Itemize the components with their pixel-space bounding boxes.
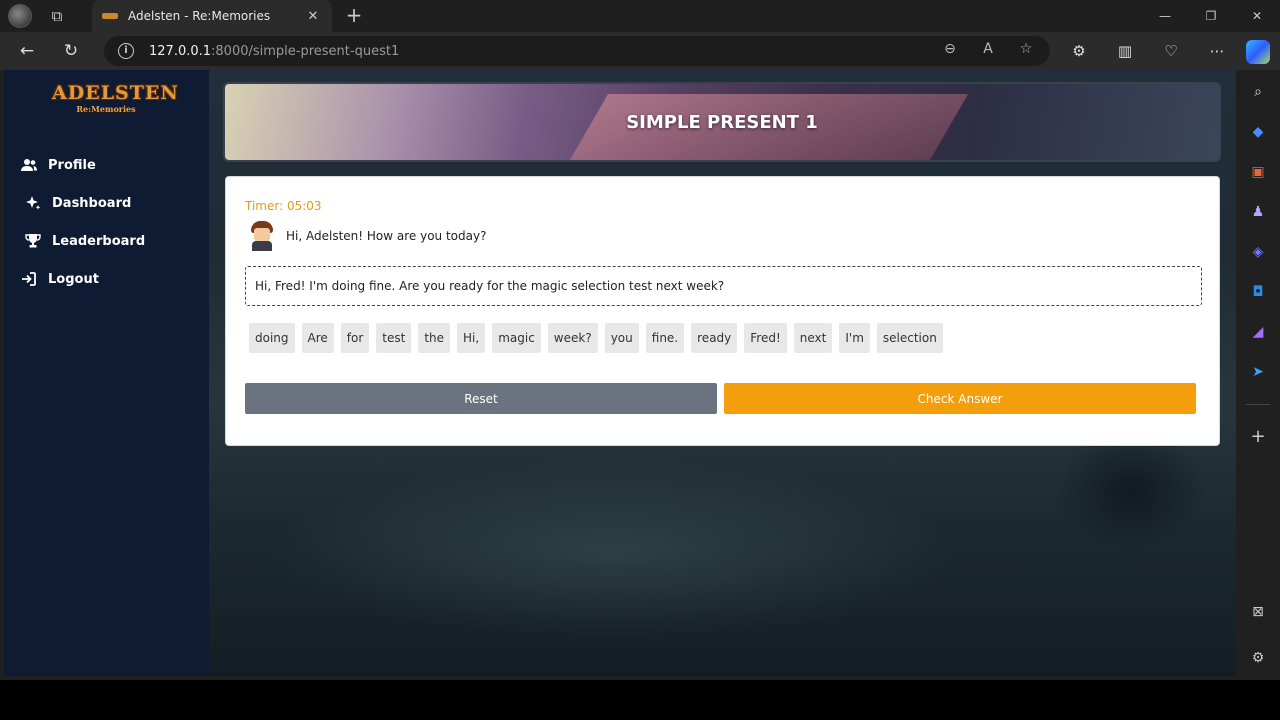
background-tree bbox=[1056, 430, 1206, 550]
word-chip[interactable]: magic bbox=[492, 323, 541, 353]
hide-sidebar-icon[interactable]: ⊠ bbox=[1246, 600, 1270, 624]
designer-icon[interactable]: ◢ bbox=[1246, 320, 1270, 344]
answer-drop-zone[interactable]: Hi, Fred! I'm doing fine. Are you ready … bbox=[245, 266, 1202, 306]
word-chip[interactable]: next bbox=[793, 323, 833, 353]
profile-avatar[interactable] bbox=[8, 4, 32, 28]
word-chip[interactable]: test bbox=[376, 323, 412, 353]
sidebar: ADELSTEN Re:Memories Profile Dashboard L… bbox=[4, 70, 209, 676]
browser-essentials-icon[interactable]: ♡ bbox=[1158, 38, 1184, 64]
logout-icon bbox=[18, 270, 40, 288]
copilot-icon[interactable] bbox=[1246, 40, 1270, 64]
app-logo[interactable]: ADELSTEN Re:Memories bbox=[52, 82, 179, 116]
favorite-star-icon[interactable]: ☆ bbox=[1016, 41, 1036, 57]
sidebar-item-label: Logout bbox=[48, 271, 99, 287]
zoom-icon[interactable]: ⊖ bbox=[940, 41, 960, 57]
page-viewport: ADELSTEN Re:Memories Profile Dashboard L… bbox=[4, 70, 1236, 676]
quest-banner: SIMPLE PRESENT 1 bbox=[223, 82, 1221, 162]
restore-icon[interactable]: ❐ bbox=[1188, 0, 1234, 32]
word-chip[interactable]: Are bbox=[301, 323, 334, 353]
sidebar-settings-icon[interactable]: ⚙ bbox=[1246, 646, 1270, 670]
quest-title: SIMPLE PRESENT 1 bbox=[626, 111, 818, 133]
npc-dialogue-text: Hi, Adelsten! How are you today? bbox=[286, 229, 487, 243]
site-info-icon[interactable]: i bbox=[118, 43, 134, 59]
search-icon[interactable]: ⌕ bbox=[1246, 80, 1270, 104]
check-answer-button[interactable]: Check Answer bbox=[724, 383, 1196, 414]
word-chip[interactable]: for bbox=[340, 323, 370, 353]
sidebar-item-profile[interactable]: Profile bbox=[18, 146, 145, 184]
browser-toolbar: ← ↻ i 127.0.0.1:8000/simple-present-ques… bbox=[0, 32, 1280, 70]
browser-tab[interactable]: Adelsten - Re:Memories ✕ bbox=[92, 0, 332, 32]
outlook-icon[interactable]: ◘ bbox=[1246, 280, 1270, 304]
word-chip[interactable]: the bbox=[418, 323, 451, 353]
logo-main-text: ADELSTEN bbox=[52, 82, 179, 104]
favicon-icon bbox=[102, 13, 118, 19]
word-chip[interactable]: you bbox=[604, 323, 639, 353]
sidebar-item-label: Dashboard bbox=[52, 195, 132, 211]
shopping-tag-icon[interactable]: ◆ bbox=[1246, 120, 1270, 144]
url-path: :8000/simple-present-quest1 bbox=[211, 43, 400, 59]
trophy-icon bbox=[22, 232, 44, 250]
tab-title: Adelsten - Re:Memories bbox=[128, 9, 271, 23]
sidebar-item-label: Profile bbox=[48, 157, 96, 173]
extensions-icon[interactable]: ⚙ bbox=[1066, 38, 1092, 64]
tools-briefcase-icon[interactable]: ▣ bbox=[1246, 160, 1270, 184]
background-glow bbox=[264, 460, 964, 640]
answer-text: Hi, Fred! I'm doing fine. Are you ready … bbox=[255, 279, 725, 293]
reset-button[interactable]: Reset bbox=[245, 383, 717, 414]
send-icon[interactable]: ➤ bbox=[1246, 360, 1270, 384]
split-screen-icon[interactable]: ▥ bbox=[1112, 38, 1138, 64]
quest-card: Timer: 05:03 Hi, Adelsten! How are you t… bbox=[225, 176, 1220, 446]
games-icon[interactable]: ♟ bbox=[1246, 200, 1270, 224]
more-options-icon[interactable]: ⋯ bbox=[1204, 38, 1230, 64]
sidebar-item-label: Leaderboard bbox=[52, 233, 146, 249]
edge-sidebar: ⌕ ◆ ▣ ♟ ◈ ◘ ◢ ➤ + ⊠ ⚙ bbox=[1236, 70, 1280, 676]
npc-avatar bbox=[248, 221, 276, 251]
copilot-sidebar-icon[interactable]: ◈ bbox=[1246, 240, 1270, 264]
tab-bar: ⧉ Adelsten - Re:Memories ✕ + — ❐ ✕ bbox=[0, 0, 1280, 32]
logo-sub-text: Re:Memories bbox=[76, 104, 136, 114]
timer-text: Timer: 05:03 bbox=[245, 199, 322, 213]
back-icon[interactable]: ← bbox=[14, 38, 40, 64]
sidebar-item-dashboard[interactable]: Dashboard bbox=[22, 184, 145, 222]
add-sidebar-app-icon[interactable]: + bbox=[1246, 424, 1270, 448]
word-bank: doing Are for test the Hi, magic week? y… bbox=[249, 323, 943, 353]
browser-window: ⧉ Adelsten - Re:Memories ✕ + — ❐ ✕ ← ↻ i… bbox=[0, 0, 1280, 680]
word-chip[interactable]: I'm bbox=[839, 323, 870, 353]
new-tab-icon[interactable]: + bbox=[342, 4, 366, 26]
users-icon bbox=[18, 156, 40, 174]
word-chip[interactable]: Hi, bbox=[457, 323, 486, 353]
word-chip[interactable]: fine. bbox=[645, 323, 685, 353]
word-chip[interactable]: doing bbox=[249, 323, 295, 353]
word-chip[interactable]: ready bbox=[691, 323, 738, 353]
word-chip[interactable]: selection bbox=[876, 323, 943, 353]
tab-close-icon[interactable]: ✕ bbox=[304, 9, 322, 24]
sidebar-item-logout[interactable]: Logout bbox=[18, 260, 145, 298]
npc-dialogue: Hi, Adelsten! How are you today? bbox=[248, 221, 486, 251]
word-chip[interactable]: Fred! bbox=[744, 323, 787, 353]
sidebar-nav: Profile Dashboard Leaderboard Logout bbox=[18, 146, 145, 298]
minimize-icon[interactable]: — bbox=[1142, 0, 1188, 32]
url-host: 127.0.0.1 bbox=[149, 43, 212, 59]
refresh-icon[interactable]: ↻ bbox=[58, 38, 84, 64]
sidebar-item-leaderboard[interactable]: Leaderboard bbox=[22, 222, 145, 260]
sparkles-icon bbox=[22, 194, 44, 212]
taskbar-area bbox=[0, 680, 1280, 720]
sidebar-separator bbox=[1246, 404, 1270, 405]
word-chip[interactable]: week? bbox=[547, 323, 598, 353]
workspaces-icon[interactable]: ⧉ bbox=[46, 5, 68, 27]
read-aloud-icon[interactable]: A bbox=[978, 41, 998, 57]
window-close-icon[interactable]: ✕ bbox=[1234, 0, 1280, 32]
address-bar[interactable]: i 127.0.0.1:8000/simple-present-quest1 ⊖… bbox=[104, 36, 1050, 66]
